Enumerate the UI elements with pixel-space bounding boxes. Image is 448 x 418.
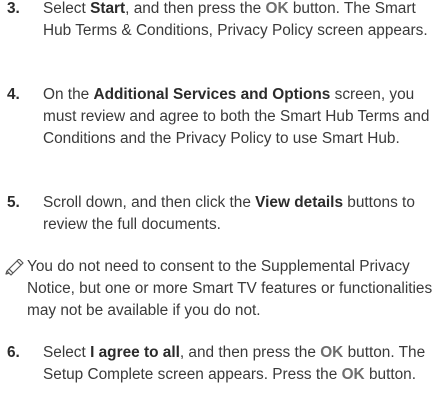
pencil-note-icon	[5, 259, 24, 276]
step-text: Select Start, and then press the OK butt…	[43, 0, 428, 39]
step-number: 5.	[7, 194, 20, 211]
step-number: 3.	[7, 0, 20, 17]
step-text: Select I agree to all, and then press th…	[43, 344, 426, 383]
ok-term: OK	[341, 366, 365, 383]
step-text: Scroll down, and then click the View det…	[43, 194, 415, 233]
start-term: Start	[90, 0, 126, 17]
view-details-term: View details	[255, 194, 343, 211]
i-agree-term: I agree to all	[90, 344, 180, 361]
ok-term: OK	[320, 344, 344, 361]
manual-page: 3. Select Start, and then press the OK b…	[0, 0, 448, 418]
step-number: 4.	[7, 86, 20, 103]
note-text: You do not need to consent to the Supple…	[27, 258, 433, 319]
step-text: On the Additional Services and Options s…	[43, 86, 430, 147]
ok-term: OK	[265, 0, 289, 17]
additional-services-term: Additional Services and Options	[93, 86, 331, 103]
step-number: 6.	[7, 344, 20, 361]
